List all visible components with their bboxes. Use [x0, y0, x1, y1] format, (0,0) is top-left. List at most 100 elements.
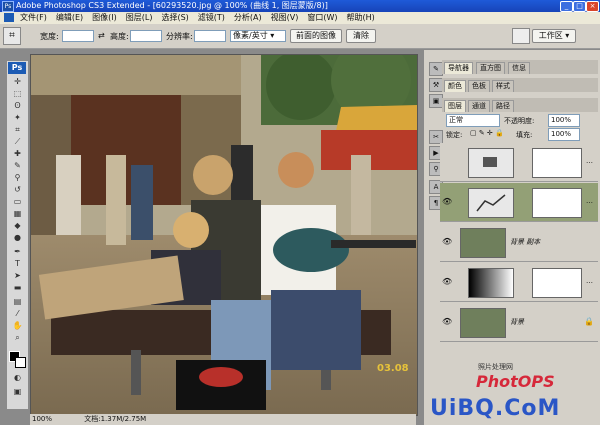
tab-styles[interactable]: 样式	[492, 80, 514, 92]
unit-select[interactable]: 像素/英寸 ▾	[230, 30, 286, 42]
menu-filter[interactable]: 滤镜(T)	[198, 13, 225, 22]
quick-mask-icon[interactable]: ◐	[10, 373, 25, 383]
tab-swatches[interactable]: 色板	[468, 80, 490, 92]
history-brush-icon[interactable]: ↺	[10, 185, 25, 195]
menu-file[interactable]: 文件(F)	[20, 13, 47, 22]
gradient-icon[interactable]: ▦	[10, 209, 25, 219]
fill-input[interactable]: 100%	[548, 128, 580, 141]
gradient-thumbnail	[468, 268, 514, 298]
pen-icon[interactable]: ✒	[10, 247, 25, 257]
resolution-input[interactable]	[194, 30, 226, 42]
eyedropper-icon[interactable]: ⁄	[10, 309, 25, 319]
layers-panel-tabs: 图层 通道 路径	[442, 98, 598, 112]
clone-stamp-icon[interactable]: ⚲	[10, 173, 25, 183]
opacity-label: 不透明度:	[504, 117, 535, 125]
ps-logo: Ps	[8, 62, 26, 74]
mask-thumbnail	[532, 148, 582, 178]
mask-thumbnail	[532, 268, 582, 298]
layer-row[interactable]: 👁 背景 副本	[440, 223, 598, 262]
layer-name: 背景	[510, 318, 524, 326]
menu-layer[interactable]: 图层(L)	[126, 13, 153, 22]
visibility-icon[interactable]: 👁	[442, 197, 452, 207]
marquee-tool-icon[interactable]: ⬚	[10, 89, 25, 99]
opacity-input[interactable]: 100%	[548, 114, 580, 127]
blur-icon[interactable]: ◆	[10, 221, 25, 231]
more-icon[interactable]: …	[586, 157, 593, 165]
visibility-icon[interactable]: 👁	[442, 317, 452, 327]
title-bar: Ps Adobe Photoshop CS3 Extended - [602935…	[0, 0, 600, 12]
crop-icon[interactable]: ⌗	[10, 125, 25, 135]
app-icon: Ps	[2, 1, 14, 12]
zoom-icon[interactable]: ⌕	[10, 333, 25, 343]
options-bar: ⌗ 宽度: ⇄ 高度: 分辨率: 像素/英寸 ▾ 前面的图像 清除 工作区 ▾	[0, 24, 600, 49]
visibility-icon[interactable]: 👁	[442, 237, 452, 247]
healing-brush-icon[interactable]: ✚	[10, 149, 25, 159]
tab-color[interactable]: 颜色	[444, 80, 466, 92]
close-button[interactable]: ×	[586, 1, 599, 12]
blend-mode-select[interactable]: 正常	[446, 114, 500, 127]
tab-channels[interactable]: 通道	[468, 100, 490, 112]
adjustment-thumbnail	[468, 148, 514, 178]
layer-row[interactable]: 👁 背景 🔒	[440, 303, 598, 342]
notes-icon[interactable]: ▤	[10, 297, 25, 307]
dodge-icon[interactable]: ●	[10, 233, 25, 243]
menu-help[interactable]: 帮助(H)	[347, 13, 375, 22]
zoom-level: 100%	[32, 415, 53, 423]
hand-icon[interactable]: ✋	[10, 321, 25, 331]
path-select-icon[interactable]: ➤	[10, 271, 25, 281]
shape-icon[interactable]: ▬	[10, 283, 25, 293]
layer-row[interactable]: 👁 …	[440, 263, 598, 302]
palette-well-icon[interactable]	[512, 28, 530, 44]
lock-icons[interactable]: ▢ ✎ ✛ 🔒	[470, 129, 504, 137]
status-bar: 100% 文档:1.37M/2.75M	[30, 414, 416, 425]
lasso-tool-icon[interactable]: ʘ	[10, 101, 25, 111]
navigator-panel: 导航器 直方图 信息	[442, 60, 598, 74]
brush-icon[interactable]: ✎	[10, 161, 25, 171]
crop-tool-icon[interactable]: ⌗	[3, 27, 21, 45]
maximize-button[interactable]: □	[573, 1, 586, 12]
resolution-label: 分辨率:	[166, 32, 193, 41]
history-icon[interactable]: ✂	[429, 130, 443, 144]
background-color[interactable]	[15, 357, 26, 368]
front-image-button[interactable]: 前面的图像	[290, 29, 342, 43]
tab-paths[interactable]: 路径	[492, 100, 514, 112]
workspace-button[interactable]: 工作区 ▾	[532, 29, 576, 43]
visibility-icon[interactable]: 👁	[442, 277, 452, 287]
swap-icon[interactable]: ⇄	[98, 31, 105, 40]
layer-row[interactable]: …	[440, 143, 598, 182]
more-icon[interactable]: …	[586, 277, 593, 285]
move-tool-icon[interactable]: ✛	[10, 77, 25, 87]
height-input[interactable]	[130, 30, 162, 42]
visibility-icon[interactable]	[442, 157, 452, 167]
lock-icon: 🔒	[584, 317, 594, 326]
clear-button[interactable]: 清除	[346, 29, 376, 43]
tab-layers[interactable]: 图层	[444, 100, 466, 112]
type-icon[interactable]: T	[10, 259, 25, 269]
layer-comps-icon[interactable]: ▣	[429, 94, 443, 108]
screen-mode-icon[interactable]: ▣	[10, 387, 25, 397]
color-panel: 颜色 色板 样式	[442, 78, 598, 92]
menu-window[interactable]: 窗口(W)	[307, 13, 337, 22]
tab-navigator[interactable]: 导航器	[444, 62, 473, 74]
layer-name: 背景 副本	[510, 238, 541, 246]
menu-edit[interactable]: 编辑(E)	[56, 13, 83, 22]
menu-image[interactable]: 图像(I)	[92, 13, 117, 22]
tab-info[interactable]: 信息	[508, 62, 530, 74]
document-canvas[interactable]: 03.08	[30, 54, 418, 416]
watermark-brand: PhotOPS	[476, 372, 555, 391]
layer-row[interactable]: 👁 …	[440, 183, 598, 222]
menu-view[interactable]: 视图(V)	[271, 13, 299, 22]
slice-icon[interactable]: ⟋	[10, 137, 25, 147]
menu-analysis[interactable]: 分析(A)	[234, 13, 262, 22]
magic-wand-icon[interactable]: ✦	[10, 113, 25, 123]
more-icon[interactable]: …	[586, 197, 593, 205]
brush-palette-icon[interactable]: ✎	[429, 62, 443, 76]
width-label: 宽度:	[40, 32, 59, 41]
tab-histogram[interactable]: 直方图	[476, 62, 505, 74]
minimize-button[interactable]: _	[560, 1, 573, 12]
menu-select[interactable]: 选择(S)	[161, 13, 188, 22]
eraser-icon[interactable]: ▭	[10, 197, 25, 207]
fill-label: 填充:	[516, 131, 533, 139]
tool-presets-icon[interactable]: ⚒	[429, 78, 443, 92]
width-input[interactable]	[62, 30, 94, 42]
